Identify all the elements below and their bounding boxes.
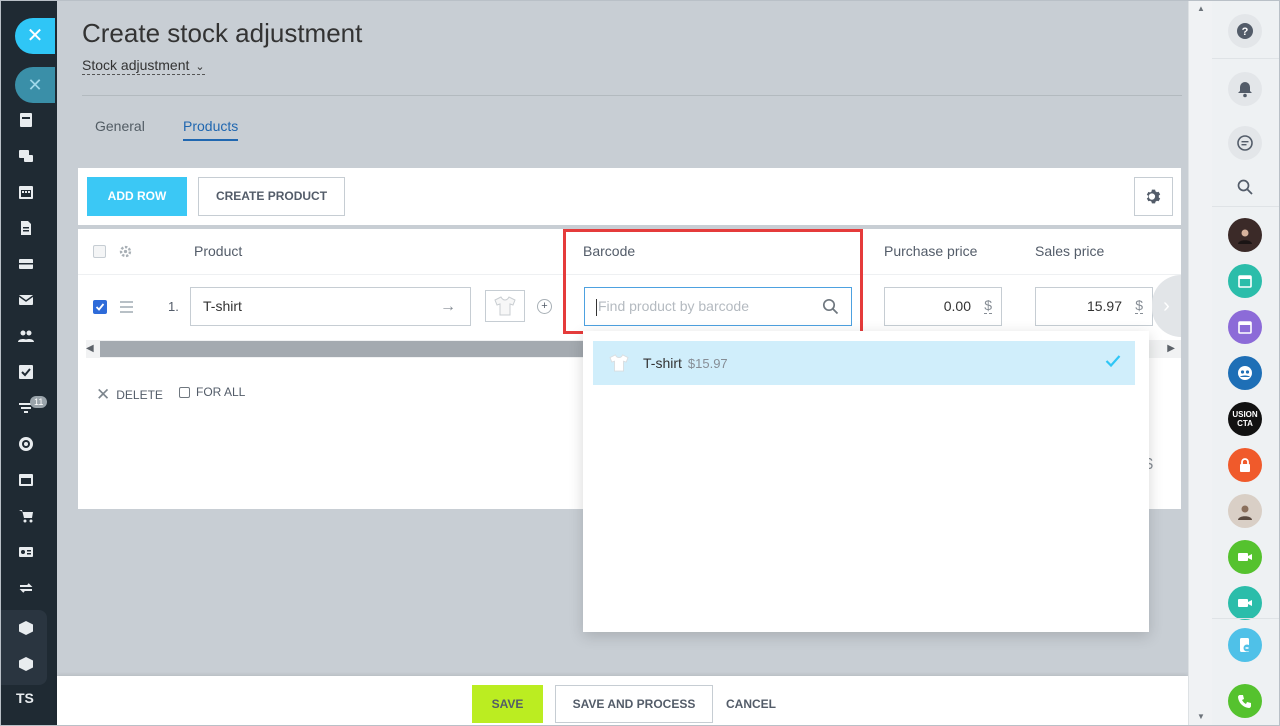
groups-icon[interactable]: [17, 328, 35, 344]
tab-products[interactable]: Products: [183, 118, 239, 141]
avatar[interactable]: [1228, 218, 1262, 252]
lock-icon[interactable]: [1228, 448, 1262, 482]
dropdown-item[interactable]: T-shirt $15.97: [593, 341, 1135, 385]
avatar[interactable]: [1228, 494, 1262, 528]
column-header-sales-price: Sales price: [1035, 243, 1105, 259]
column-header-purchase-price: Purchase price: [884, 243, 978, 259]
calendar-icon[interactable]: [1228, 310, 1262, 344]
help-icon[interactable]: ?: [1228, 14, 1262, 48]
video-call-icon[interactable]: [1228, 540, 1262, 574]
select-all-checkbox[interactable]: [93, 245, 106, 258]
divider: [1212, 58, 1280, 59]
barcode-highlight-box: [563, 229, 863, 334]
document-type-label: Stock adjustment: [82, 57, 190, 73]
product-name-field[interactable]: T-shirt →: [190, 287, 471, 326]
close-underlying-slider-button[interactable]: ✕: [15, 67, 55, 103]
news-icon[interactable]: [17, 112, 35, 128]
delete-action[interactable]: ✕ DELETE: [96, 385, 163, 405]
document-icon[interactable]: [17, 220, 35, 236]
scroll-down-arrow-icon[interactable]: ▼: [1197, 712, 1205, 721]
footer-action-bar: SAVE SAVE AND PROCESS CANCEL: [57, 676, 1188, 726]
gear-icon: [1146, 189, 1161, 204]
chat-bubble-icon[interactable]: [1228, 126, 1262, 160]
chevron-down-icon: ⌄: [195, 61, 205, 73]
row-number: 1.: [168, 299, 179, 314]
tshirt-icon: [609, 354, 629, 372]
chat-icon[interactable]: [17, 148, 35, 164]
fusion-cta-avatar[interactable]: USION CTA: [1228, 402, 1262, 436]
for-all-checkbox[interactable]: [179, 386, 190, 398]
drag-handle-icon[interactable]: [120, 301, 133, 316]
box-icon[interactable]: [17, 620, 35, 636]
product-name-value: T-shirt: [203, 298, 242, 314]
scroll-left-arrow-icon[interactable]: ◀: [86, 343, 94, 354]
svg-text:?: ?: [1242, 26, 1249, 38]
sales-price-field[interactable]: 15.97 $: [1035, 287, 1153, 326]
phone-transfer-icon[interactable]: [1228, 628, 1262, 662]
cancel-button[interactable]: CANCEL: [726, 685, 776, 723]
tasks-icon[interactable]: [17, 364, 35, 380]
dropdown-item-price: $15.97: [687, 355, 728, 371]
left-sidebar: ✕ ✕ 11 TS: [0, 0, 57, 726]
checkmark-icon: [1105, 355, 1121, 368]
avatar-text: USION CTA: [1232, 410, 1258, 428]
mail-icon[interactable]: [17, 292, 35, 308]
for-all-action[interactable]: FOR ALL: [179, 385, 245, 399]
user-initials[interactable]: TS: [16, 690, 34, 706]
calendar-icon[interactable]: [17, 184, 35, 200]
barcode-search-dropdown: T-shirt $15.97: [583, 331, 1149, 632]
save-button[interactable]: SAVE: [472, 685, 543, 723]
column-header-product: Product: [194, 243, 243, 259]
sync-icon[interactable]: [17, 580, 35, 596]
close-slider-button[interactable]: ✕: [15, 18, 55, 54]
column-settings-gear-icon[interactable]: [119, 245, 132, 258]
divider: [1212, 206, 1280, 207]
grid-settings-button[interactable]: [1134, 177, 1173, 216]
tab-general[interactable]: General: [95, 118, 145, 139]
create-product-button[interactable]: CREATE PRODUCT: [198, 177, 345, 216]
scroll-right-arrow-icon[interactable]: ▶: [1167, 343, 1175, 354]
target-icon[interactable]: [17, 436, 35, 452]
purchase-currency-selector[interactable]: $: [984, 298, 992, 314]
sales-currency-selector[interactable]: $: [1135, 298, 1143, 314]
close-icon: ✕: [96, 385, 111, 404]
scroll-up-arrow-icon[interactable]: ▲: [1197, 4, 1205, 13]
box-icon[interactable]: [17, 656, 35, 672]
dropdown-item-name: T-shirt: [643, 355, 682, 371]
delete-label: DELETE: [116, 388, 163, 402]
vertical-scrollbar[interactable]: ▲ ▼: [1188, 0, 1212, 726]
row-checkbox[interactable]: [93, 300, 107, 314]
chevron-right-icon: ›: [1163, 294, 1170, 317]
video-call-icon[interactable]: [1228, 586, 1262, 620]
purchase-price-field[interactable]: 0.00 $: [884, 287, 1002, 326]
add-image-button[interactable]: +: [537, 299, 552, 314]
scroll-right-button[interactable]: ›: [1152, 275, 1181, 337]
for-all-label: FOR ALL: [196, 385, 246, 399]
cart-icon[interactable]: [17, 508, 35, 524]
add-row-button[interactable]: ADD ROW: [87, 177, 187, 216]
calendar-icon[interactable]: [1228, 264, 1262, 298]
arrow-right-icon[interactable]: →: [440, 298, 456, 316]
purchase-price-value: 0.00: [943, 298, 971, 314]
phone-icon[interactable]: [1228, 684, 1262, 718]
contacts-icon[interactable]: [17, 544, 35, 560]
search-icon[interactable]: [1228, 170, 1262, 204]
tshirt-icon: [494, 296, 516, 316]
page-title: Create stock adjustment: [82, 18, 363, 48]
divider: [82, 95, 1182, 96]
right-panel: ? USION CTA: [1212, 0, 1280, 726]
notification-count-badge: 11: [30, 396, 48, 408]
drive-icon[interactable]: [17, 256, 35, 272]
bell-icon[interactable]: [1228, 72, 1262, 106]
product-image-thumbnail[interactable]: [485, 290, 525, 322]
document-type-selector[interactable]: Stock adjustment ⌄: [82, 57, 205, 75]
group-chat-icon[interactable]: [1228, 356, 1262, 390]
browser-icon[interactable]: [17, 472, 35, 488]
sales-price-value: 15.97: [1086, 298, 1122, 314]
divider: [1212, 618, 1280, 619]
save-and-process-button[interactable]: SAVE AND PROCESS: [555, 685, 713, 723]
